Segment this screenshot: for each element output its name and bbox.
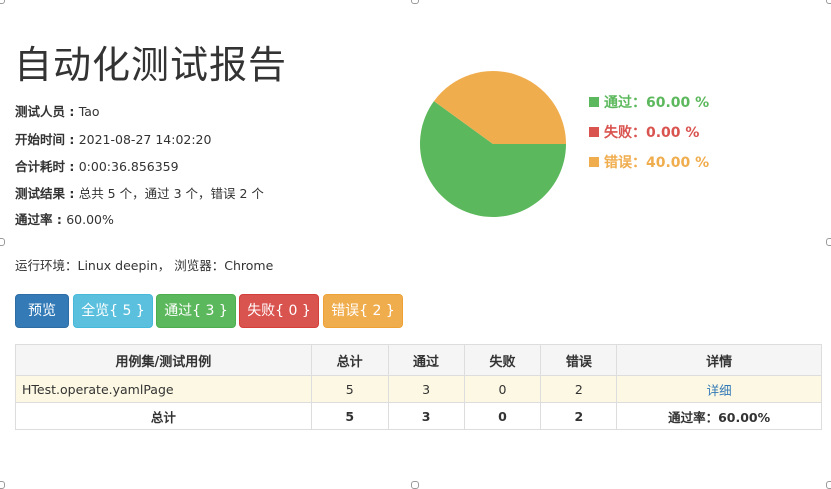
resize-handle-bottom[interactable] (411, 481, 419, 489)
resize-handle-bottom-right[interactable] (826, 481, 831, 489)
info-pass-rate: 通过率 : 60.00% (15, 212, 114, 228)
header-fail: 失败 (463, 344, 542, 376)
legend-fail-swatch (589, 127, 599, 137)
summary-pass: 3 (387, 402, 465, 430)
resize-handle-left[interactable] (0, 238, 5, 246)
result-pie-chart (420, 71, 566, 218)
legend-pass-swatch (589, 97, 599, 107)
legend-pass-label: 通过：60.00 % (604, 95, 710, 111)
summary-error: 2 (540, 402, 618, 430)
preview-button[interactable]: 预览 (15, 294, 69, 328)
info-tester-label: 测试人员 : (15, 104, 79, 119)
summary-total: 5 (310, 402, 389, 430)
show-failed-button[interactable]: 失败{ 0 } (239, 294, 319, 328)
summary-label: 总计 (15, 402, 312, 430)
info-tester: 测试人员 : Tao (15, 104, 100, 120)
resize-handle-top-right[interactable] (826, 0, 831, 4)
info-start-time-label: 开始时间 : (15, 132, 79, 147)
case-pass: 3 (387, 375, 465, 403)
show-passed-button[interactable]: 通过{ 3 } (156, 294, 236, 328)
case-name: HTest.operate.yamlPage (15, 375, 312, 403)
info-start-time-value: 2021-08-27 14:02:20 (78, 132, 212, 147)
show-error-button[interactable]: 错误{ 2 } (323, 294, 403, 328)
info-pass-rate-label: 通过率 : (15, 212, 67, 227)
legend-pass: 通过：60.00 % (589, 94, 709, 112)
table-row: HTest.operate.yamlPage 5 3 0 2 详细 (15, 375, 822, 403)
case-total: 5 (310, 375, 389, 403)
header-error: 错误 (540, 344, 618, 376)
header-case: 用例集/测试用例 (15, 344, 312, 376)
header-detail: 详情 (616, 344, 822, 376)
info-tester-value: Tao (78, 104, 100, 119)
case-error: 2 (540, 375, 618, 403)
info-duration-value: 0:00:36.856359 (78, 159, 179, 174)
detail-link[interactable]: 详细 (707, 383, 732, 398)
case-fail: 0 (463, 375, 542, 403)
environment-info: 运行环境：Linux deepin， 浏览器：Chrome (15, 258, 274, 273)
resize-handle-top-left[interactable] (0, 0, 5, 4)
table-header-row: 用例集/测试用例 总计 通过 失败 错误 详情 (15, 344, 822, 376)
legend-error: 错误：40.00 % (589, 154, 709, 172)
legend-error-label: 错误：40.00 % (604, 155, 710, 171)
summary-row: 总计 5 3 0 2 通过率：60.00% (15, 402, 822, 430)
summary-pass-rate: 通过率：60.00% (616, 402, 822, 430)
info-result-value: 总共 5 个，通过 3 个，错误 2 个 (78, 186, 264, 201)
header-total: 总计 (310, 344, 389, 376)
page-title: 自动化测试报告 (14, 43, 288, 87)
resize-handle-top[interactable] (411, 0, 419, 4)
result-table: 用例集/测试用例 总计 通过 失败 错误 详情 HTest.operate.ya… (15, 344, 822, 430)
legend-fail: 失败：0.00 % (589, 124, 699, 142)
show-all-button[interactable]: 全览{ 5 } (73, 294, 153, 328)
resize-handle-bottom-left[interactable] (0, 481, 5, 489)
case-detail-cell: 详细 (616, 375, 822, 403)
info-result: 测试结果 : 总共 5 个，通过 3 个，错误 2 个 (15, 186, 264, 202)
legend-fail-label: 失败：0.00 % (604, 125, 700, 141)
resize-handle-right[interactable] (826, 238, 831, 246)
info-result-label: 测试结果 : (15, 186, 79, 201)
info-duration: 合计耗时 : 0:00:36.856359 (15, 159, 179, 175)
info-start-time: 开始时间 : 2021-08-27 14:02:20 (15, 132, 211, 148)
header-pass: 通过 (387, 344, 465, 376)
summary-fail: 0 (463, 402, 542, 430)
info-pass-rate-value: 60.00% (66, 212, 114, 227)
legend-error-swatch (589, 157, 599, 167)
info-duration-label: 合计耗时 : (15, 159, 79, 174)
